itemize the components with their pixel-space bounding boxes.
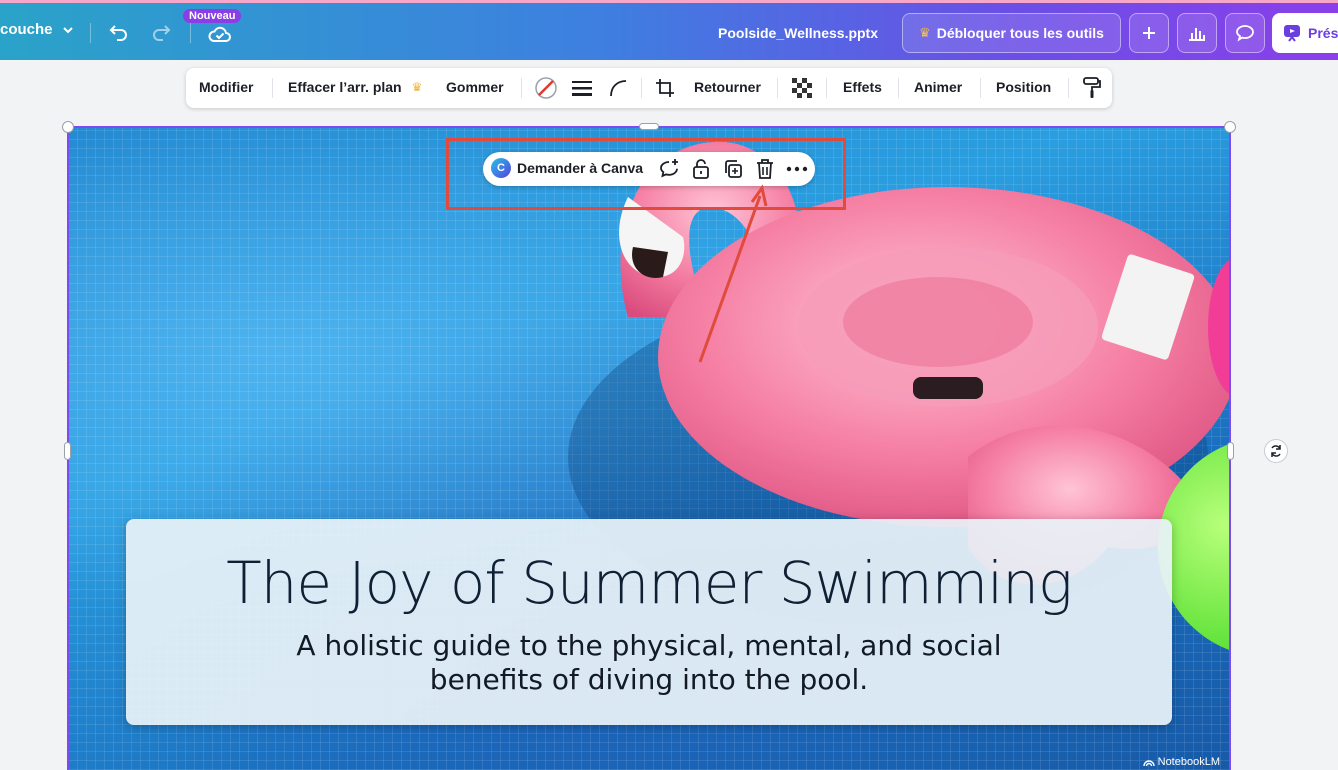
comments-button[interactable] [1225,13,1265,53]
redo-icon [153,25,171,41]
toolbar-divider [521,78,522,98]
border-color-button[interactable] [534,76,558,100]
notebooklm-text: NotebookLM [1157,756,1220,768]
toolbar-divider [272,78,273,98]
crown-icon: ♛ [411,80,423,94]
crown-icon: ♛ [919,25,931,40]
toolbar-divider [826,78,827,98]
header-divider [90,23,91,43]
color-slash-icon [535,77,557,99]
comment-icon [1236,25,1254,42]
slide-canvas[interactable]: The Joy of Summer Swimming A holistic gu… [68,127,1230,770]
title-text-card[interactable]: The Joy of Summer Swimming A holistic gu… [126,519,1172,725]
slide-title[interactable]: The Joy of Summer Swimming [126,549,1172,617]
border-style-button[interactable] [570,76,594,100]
undo-button[interactable] [107,19,131,43]
edit-button[interactable]: Modifier [199,79,253,95]
erase-label: Gommer [446,79,504,95]
transparency-button[interactable] [790,76,814,100]
corner-rounding-button[interactable] [606,76,630,100]
present-icon [1284,25,1300,42]
resize-handle-right[interactable] [1227,442,1234,460]
toolbar-divider [898,78,899,98]
slide-subtitle[interactable]: A holistic guide to the physical, mental… [276,629,1022,697]
crop-button[interactable] [653,76,677,100]
bar-chart-icon [1189,28,1205,41]
image-context-toolbar: Modifier Effacer l’arr. plan ♛ Gommer Re… [186,68,1112,108]
erase-button[interactable]: Gommer [446,79,504,95]
effects-label: Effets [843,79,882,95]
resize-handle-top-right[interactable] [1224,121,1236,133]
resize-handle-top-left[interactable] [62,121,74,133]
plus-icon [1143,27,1155,39]
redo-button[interactable] [149,19,173,43]
top-header: couche Nouveau Poolside_Wellness.pptx ♛ … [0,0,1338,60]
present-button[interactable]: Prés [1272,13,1338,53]
file-menu-button[interactable]: couche [0,21,75,38]
subtitle-line-1: A holistic guide to the physical, mental… [296,629,1002,662]
unlock-tools-label: Débloquer tous les outils [936,25,1104,41]
resize-handle-left[interactable] [64,442,71,460]
notebooklm-watermark: NotebookLM [1142,756,1220,768]
animate-button[interactable]: Animer [914,79,962,95]
undo-icon [109,25,127,41]
border-weight-icon [572,81,592,96]
subtitle-line-2: benefits of diving into the pool. [429,663,869,696]
unlock-tools-button[interactable]: ♛ Débloquer tous les outils [902,13,1121,53]
remove-background-button[interactable]: Effacer l’arr. plan ♛ [288,79,422,95]
toolbar-divider [980,78,981,98]
transparency-icon [792,78,812,98]
position-button[interactable]: Position [996,79,1051,95]
toolbar-divider [1068,78,1069,98]
add-button[interactable] [1129,13,1169,53]
animate-label: Animer [914,79,963,95]
position-label: Position [996,79,1052,95]
remove-background-label: Effacer l’arr. plan [288,79,402,95]
corner-radius-icon [610,80,627,97]
rotate-icon [1271,445,1281,457]
notebooklm-logo-icon [1142,760,1155,767]
save-status-button[interactable] [208,22,232,46]
insights-button[interactable] [1177,13,1217,53]
document-title[interactable]: Poolside_Wellness.pptx [718,25,878,41]
toolbar-divider [777,78,778,98]
file-menu-label: couche [0,21,53,38]
present-label: Prés [1308,25,1338,41]
flip-label: Retourner [694,79,761,95]
edit-label: Modifier [199,79,254,95]
crop-icon [656,79,674,97]
annotation-highlight-box [446,138,846,210]
copy-style-button[interactable] [1080,76,1104,100]
cloud-check-icon [208,26,231,42]
chevron-down-icon [62,26,73,33]
resize-handle-top[interactable] [639,123,659,130]
toolbar-divider [641,78,642,98]
header-divider [190,23,191,43]
rotate-button[interactable] [1264,439,1288,463]
new-badge: Nouveau [183,9,242,23]
effects-button[interactable]: Effets [843,79,882,95]
paint-roller-icon [1083,77,1101,98]
flip-button[interactable]: Retourner [694,79,761,95]
